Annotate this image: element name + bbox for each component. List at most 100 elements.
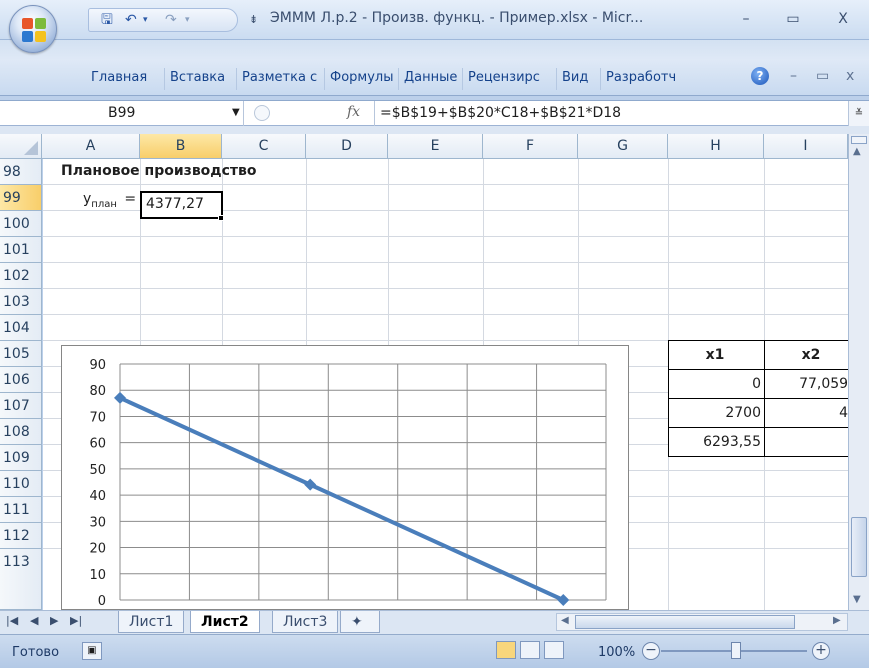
horizontal-scroll-thumb[interactable] — [575, 615, 795, 629]
scroll-right-icon[interactable]: ▶ — [833, 615, 841, 626]
formula-bar-handle-icon[interactable] — [254, 105, 270, 121]
save-icon[interactable]: 🖫 — [101, 12, 113, 28]
scroll-up-icon[interactable]: ▲ — [853, 146, 861, 157]
page-break-view-button[interactable] — [544, 641, 564, 659]
column-header-g[interactable]: G — [578, 134, 668, 158]
row-header-103[interactable]: 103 — [0, 289, 42, 315]
doc-close-icon[interactable]: x — [846, 68, 854, 84]
y-tick-label: 40 — [89, 489, 106, 504]
column-header-c[interactable]: C — [222, 134, 306, 158]
horizontal-scrollbar[interactable]: ◀ ▶ — [556, 613, 848, 631]
column-header-h[interactable]: H — [668, 134, 764, 158]
zoom-out-icon[interactable]: − — [642, 642, 660, 660]
tab-review[interactable]: Рецензирс — [462, 68, 550, 90]
table-cell[interactable]: 0 — [668, 369, 765, 399]
tab-view[interactable]: Вид — [556, 68, 593, 90]
insert-function-icon[interactable]: fx — [347, 104, 360, 120]
normal-view-button[interactable] — [496, 641, 516, 659]
row-header-104[interactable]: 104 — [0, 315, 42, 341]
row-header-102[interactable]: 102 — [0, 263, 42, 289]
table-header-x2[interactable]: x2 — [764, 340, 848, 370]
y-tick-label: 0 — [98, 594, 106, 609]
help-icon[interactable]: ? — [751, 67, 769, 85]
tab-data[interactable]: Данные — [398, 68, 462, 90]
prev-sheet-icon[interactable]: ◀ — [30, 614, 38, 627]
table-cell[interactable]: 77,0592 — [764, 369, 848, 399]
tab-insert[interactable]: Вставка — [164, 68, 230, 90]
tab-home[interactable]: Главная — [86, 68, 152, 90]
table-header-x1[interactable]: x1 — [668, 340, 765, 370]
table-cell[interactable]: 2700 — [668, 398, 765, 428]
first-sheet-icon[interactable]: |◀ — [6, 614, 18, 627]
split-box[interactable] — [851, 136, 867, 144]
row-header-105[interactable]: 105 — [0, 341, 42, 367]
column-header-d[interactable]: D — [306, 134, 388, 158]
row-header-106[interactable]: 106 — [0, 367, 42, 393]
close-button[interactable]: X — [830, 10, 856, 28]
sheet-tab-1[interactable]: Лист1 — [118, 611, 185, 633]
grid-line — [43, 184, 848, 185]
column-header-f[interactable]: F — [483, 134, 578, 158]
cell-a99-equals: = — [124, 191, 137, 207]
cell-b99-value: 4377,27 — [146, 196, 204, 212]
row-header-107[interactable]: 107 — [0, 393, 42, 419]
doc-restore-icon[interactable]: ▭ — [816, 68, 829, 84]
fill-handle[interactable] — [218, 215, 224, 221]
chevron-down-icon[interactable]: ▼ — [232, 107, 240, 118]
sheet-tab-2[interactable]: Лист2 — [190, 611, 260, 633]
office-button[interactable] — [9, 5, 57, 53]
table-cell[interactable]: 0 — [764, 427, 848, 457]
selected-cell-b99[interactable]: 4377,27 — [140, 191, 223, 219]
row-header-99[interactable]: 99 — [0, 185, 42, 211]
embedded-chart[interactable]: 0 10 20 30 40 50 60 70 80 90 — [61, 345, 629, 610]
zoom-level[interactable]: 100% — [598, 645, 635, 660]
row-header-113[interactable]: 113 — [0, 549, 42, 610]
row-header-100[interactable]: 100 — [0, 211, 42, 237]
scroll-down-icon[interactable]: ▼ — [853, 594, 861, 605]
macro-record-icon[interactable]: ▣ — [82, 642, 102, 660]
row-header-108[interactable]: 108 — [0, 419, 42, 445]
column-header-b[interactable]: B — [140, 134, 222, 158]
data-point-marker — [557, 594, 570, 606]
doc-minimize-icon[interactable]: – — [790, 68, 797, 84]
name-box[interactable]: B99 ▼ — [0, 101, 244, 126]
last-sheet-icon[interactable]: ▶| — [70, 614, 82, 627]
row-header-98[interactable]: 98 — [0, 159, 42, 185]
vertical-scrollbar[interactable]: ▲ ▼ — [848, 134, 869, 610]
zoom-in-icon[interactable]: + — [812, 642, 830, 660]
customize-qat-icon[interactable]: ⇟ — [249, 12, 258, 28]
chart-plot: 0 10 20 30 40 50 60 70 80 90 — [89, 358, 607, 609]
row-header-111[interactable]: 111 — [0, 497, 42, 523]
formula-input[interactable]: =$B$19+$B$20*C18+$B$21*D18 — [380, 105, 621, 121]
maximize-button[interactable]: ▭ — [780, 10, 806, 28]
row-header-112[interactable]: 112 — [0, 523, 42, 549]
minimize-button[interactable]: – — [733, 10, 759, 28]
row-header-109[interactable]: 109 — [0, 445, 42, 471]
redo-dropdown-icon[interactable]: ▾ — [185, 12, 190, 28]
next-sheet-icon[interactable]: ▶ — [50, 614, 58, 627]
column-header-a[interactable]: A — [42, 134, 140, 158]
vertical-scroll-thumb[interactable] — [851, 517, 867, 577]
zoom-slider-thumb[interactable] — [731, 642, 741, 659]
expand-formula-bar-icon[interactable]: ≚ — [848, 101, 869, 126]
column-header-e[interactable]: E — [388, 134, 483, 158]
undo-icon[interactable]: ↶ — [125, 12, 137, 28]
tab-developer[interactable]: Разработч — [600, 68, 740, 90]
undo-dropdown-icon[interactable]: ▾ — [143, 12, 148, 28]
row-header-110[interactable]: 110 — [0, 471, 42, 497]
cell-grid[interactable]: Плановое производство yплан = 4377,27 x1… — [43, 159, 848, 610]
sheet-tab-3[interactable]: Лист3 — [272, 611, 339, 633]
scroll-left-icon[interactable]: ◀ — [561, 615, 569, 626]
column-header-i[interactable]: I — [764, 134, 848, 158]
tab-page-layout[interactable]: Разметка с — [236, 68, 324, 90]
row-header-101[interactable]: 101 — [0, 237, 42, 263]
cell-a98[interactable]: Плановое производство — [61, 163, 257, 179]
page-layout-view-button[interactable] — [520, 641, 540, 659]
select-all-button[interactable] — [0, 134, 42, 158]
redo-icon[interactable]: ↷ — [165, 12, 177, 28]
tab-formulas[interactable]: Формулы — [324, 68, 398, 90]
insert-sheet-icon[interactable]: ✦ — [340, 611, 380, 633]
table-cell[interactable]: 6293,55 — [668, 427, 765, 457]
cell-a99[interactable]: yплан = — [83, 191, 136, 210]
table-cell[interactable]: 44 — [764, 398, 848, 428]
